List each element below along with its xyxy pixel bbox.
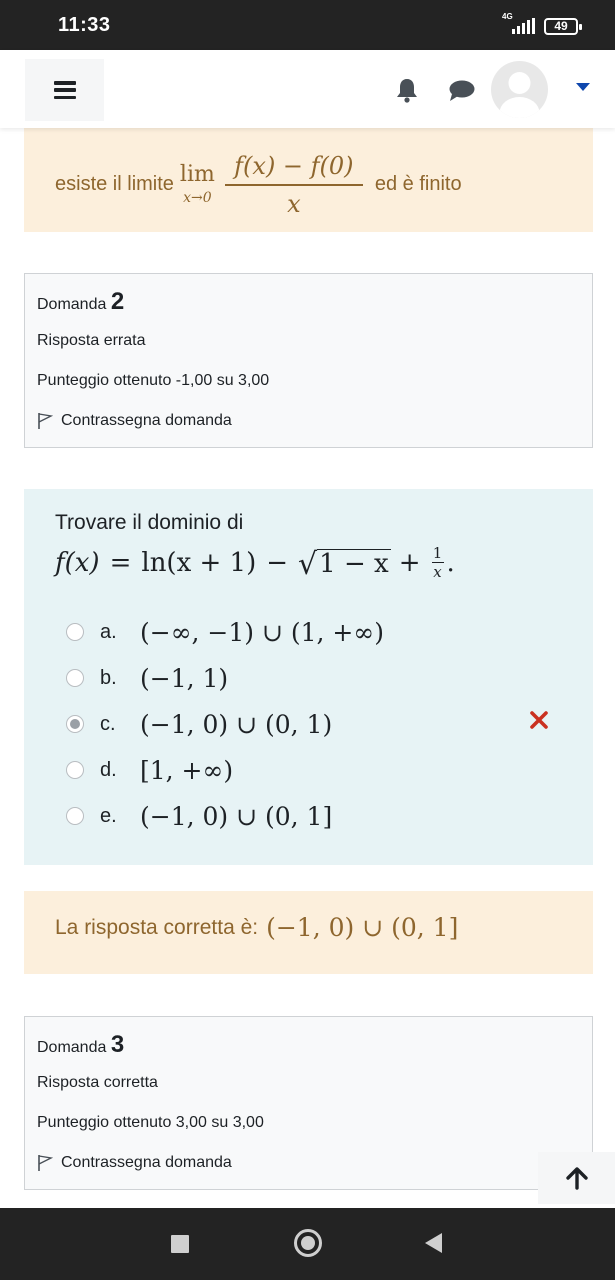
option-answer: (−∞, −1) ∪ (1, +∞) [140, 617, 384, 647]
status-bar: 11:33 4G 49 [0, 0, 615, 50]
option-letter: e. [100, 804, 117, 827]
caret-down-icon[interactable] [576, 83, 590, 91]
option-letter: d. [100, 758, 117, 781]
top-navbar [0, 50, 615, 128]
question-state: Risposta errata [37, 332, 146, 349]
right-answer-box: La risposta corretta è: (−1, 0) ∪ (0, 1] [24, 891, 593, 974]
question-content: Trovare il dominio di f(x) = ln(x + 1) −… [24, 489, 593, 865]
limit-fraction: f(x) − f(0) x [224, 152, 363, 218]
question-number: Domanda 2 [37, 288, 124, 316]
flag-icon [38, 413, 53, 429]
flag-label: Contrassegna domanda [61, 1154, 232, 1171]
fraction-numerator: f(x) − f(0) [234, 152, 354, 180]
question-prompt: Trovare il dominio di [55, 511, 244, 534]
avatar-icon [499, 72, 540, 118]
formula-eq: = [109, 547, 132, 578]
hamburger-icon [53, 81, 76, 99]
question-number-value: 2 [110, 288, 125, 315]
formula-end: . [446, 547, 455, 578]
triangle-back-icon[interactable] [425, 1233, 442, 1253]
right-answer-label: La risposta corretta è: [55, 915, 259, 939]
question-number: Domanda 3 [37, 1031, 124, 1059]
question-label: Domanda [37, 296, 107, 313]
general-feedback: esiste il limite lim x→0 f(x) − f(0) x e… [24, 118, 593, 232]
right-answer-value: (−1, 0) ∪ (0, 1] [266, 913, 459, 942]
flag-question-link[interactable]: Contrassegna domanda [37, 412, 232, 430]
menu-button[interactable] [25, 59, 104, 121]
flag-label: Contrassegna domanda [61, 412, 232, 429]
fraction-den: x [433, 563, 442, 581]
radio-button[interactable] [66, 623, 84, 641]
back-to-top-button[interactable] [538, 1152, 615, 1204]
option-answer: (−1, 1) [140, 663, 229, 693]
feedback-suffix: ed è finito [374, 173, 462, 196]
battery-icon: 49 [544, 18, 582, 35]
chat-bubble-icon[interactable] [448, 79, 476, 103]
question-number-value: 3 [110, 1031, 125, 1058]
answer-option-d[interactable]: d. [1, +∞) [66, 754, 233, 786]
feedback-prefix: esiste il limite [55, 173, 174, 196]
radio-button[interactable] [66, 807, 84, 825]
fraction-denominator: x [287, 189, 301, 218]
square-icon[interactable] [171, 1235, 189, 1253]
radio-button-selected[interactable] [66, 715, 84, 733]
lim-word: lim [179, 161, 215, 187]
question-info-2: Domanda 2 Risposta errata Punteggio otte… [24, 273, 593, 448]
status-time: 11:33 [58, 14, 111, 36]
lim-subscript: x→0 [183, 189, 212, 206]
flag-question-link[interactable]: Contrassegna domanda [37, 1154, 232, 1172]
formula-sqrt: √ 1 − x [298, 547, 391, 582]
option-letter: a. [100, 620, 117, 643]
answer-option-b[interactable]: b. (−1, 1) [66, 662, 228, 694]
signal-icon: 4G [502, 12, 538, 36]
arrow-up-icon [565, 1167, 588, 1190]
cross-icon [530, 711, 548, 729]
radio-button[interactable] [66, 669, 84, 687]
option-answer: [1, +∞) [140, 755, 234, 785]
question-grade: Punteggio ottenuto -1,00 su 3,00 [37, 372, 270, 389]
flag-icon [38, 1155, 53, 1171]
question-label: Domanda [37, 1039, 107, 1056]
radio-button[interactable] [66, 761, 84, 779]
option-letter: b. [100, 666, 117, 689]
android-navigation-bar [0, 1208, 615, 1280]
answer-option-e[interactable]: e. (−1, 0) ∪ (0, 1] [66, 800, 332, 832]
formula-ln: ln(x + 1) [141, 547, 257, 578]
avatar[interactable] [491, 61, 548, 118]
formula-plus: + [398, 547, 421, 578]
formula-lhs: f(x) [55, 547, 100, 578]
home-circle-icon[interactable] [294, 1229, 322, 1257]
limit-expression: lim x→0 [179, 161, 215, 206]
sqrt-argument: 1 − x [317, 549, 391, 579]
option-answer: (−1, 0) ∪ (0, 1) [140, 709, 333, 739]
question-formula: f(x) = ln(x + 1) − √ 1 − x + 1 x . [55, 544, 455, 581]
formula-fraction: 1 x [431, 544, 444, 581]
fraction-num: 1 [432, 544, 443, 562]
question-grade: Punteggio ottenuto 3,00 su 3,00 [37, 1114, 264, 1131]
option-answer: (−1, 0) ∪ (0, 1] [140, 801, 333, 831]
question-state: Risposta corretta [37, 1074, 158, 1091]
formula-minus: − [266, 547, 289, 578]
option-letter: c. [100, 712, 116, 735]
question-info-3: Domanda 3 Risposta corretta Punteggio ot… [24, 1016, 593, 1190]
answer-option-c[interactable]: c. (−1, 0) ∪ (0, 1) [66, 708, 332, 740]
bell-icon[interactable] [395, 77, 419, 103]
answer-option-a[interactable]: a. (−∞, −1) ∪ (1, +∞) [66, 616, 384, 648]
